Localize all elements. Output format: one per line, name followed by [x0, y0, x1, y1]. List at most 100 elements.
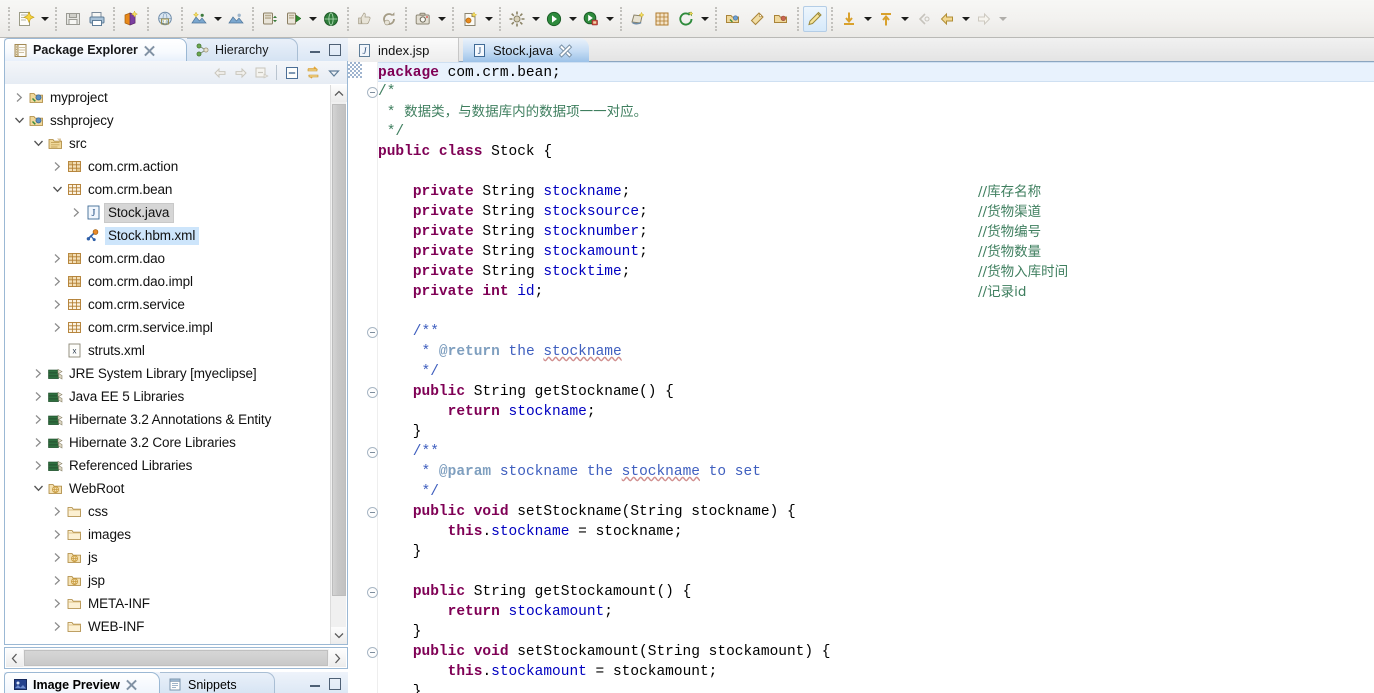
chevron-right-icon[interactable]: [49, 293, 65, 316]
db-explorer-icon[interactable]: [258, 6, 282, 32]
tag-icon[interactable]: [745, 6, 769, 32]
close-icon[interactable]: [560, 45, 571, 56]
tree-item-images[interactable]: images: [5, 523, 327, 546]
link-with-editor-icon[interactable]: [302, 63, 323, 83]
refresh-icon[interactable]: [377, 6, 401, 32]
new-package-grid-icon[interactable]: [650, 6, 674, 32]
chevron-right-icon[interactable]: [30, 454, 46, 477]
print-icon[interactable]: [85, 6, 109, 32]
fold-collapse-icon[interactable]: [367, 387, 378, 398]
maximize-bottom-view-button[interactable]: [328, 677, 341, 690]
code-editor[interactable]: package com.crm.bean; /* * 数据类，与数据库内的数据项一…: [348, 62, 1374, 693]
next-annotation-dropdown-arrow[interactable]: [861, 6, 874, 32]
scroll-up-arrow[interactable]: [331, 85, 347, 102]
chevron-right-icon[interactable]: [11, 86, 27, 109]
chevron-right-icon[interactable]: [49, 270, 65, 293]
open-task-icon[interactable]: [721, 6, 745, 32]
tree-item-hibernate-3-2-annotations-entity[interactable]: Hibernate 3.2 Annotations & Entity: [5, 408, 327, 431]
open-type-icon[interactable]: [626, 6, 650, 32]
tree-item-stock-java[interactable]: J Stock.java: [5, 201, 327, 224]
collapse-one-icon[interactable]: [281, 63, 302, 83]
tree-item-web-inf[interactable]: WEB-INF: [5, 615, 327, 638]
tree-item-sshprojecy[interactable]: sshprojecy: [5, 109, 327, 132]
scrollbar-thumb[interactable]: [332, 104, 346, 596]
chevron-right-icon[interactable]: [49, 155, 65, 178]
editor-tab-index-jsp[interactable]: J index.jsp: [348, 38, 459, 62]
new-java-class-icon[interactable]: [458, 6, 482, 32]
chevron-right-icon[interactable]: [68, 201, 84, 224]
chevron-right-icon[interactable]: [49, 316, 65, 339]
project-tree[interactable]: myproject sshprojecy src com.crm.action com.…: [4, 84, 348, 645]
editor-gutter[interactable]: [348, 62, 378, 693]
tree-item-com-crm-bean[interactable]: com.crm.bean: [5, 178, 327, 201]
forward-navigation-icon[interactable]: [230, 63, 251, 83]
browser-icon[interactable]: [319, 6, 343, 32]
chevron-down-icon[interactable]: [30, 477, 46, 500]
thumbs-up-icon[interactable]: [353, 6, 377, 32]
back-dropdown-arrow[interactable]: [959, 6, 972, 32]
close-icon[interactable]: [144, 45, 155, 56]
tree-item-jsp[interactable]: jsp: [5, 569, 327, 592]
tree-item-stock-hbm-xml[interactable]: Stock.hbm.xml: [5, 224, 327, 247]
chevron-right-icon[interactable]: [49, 500, 65, 523]
deploy-dropdown-arrow[interactable]: [211, 6, 224, 32]
new-wizard-deploy-icon[interactable]: [187, 6, 211, 32]
run-dropdown-arrow[interactable]: [566, 6, 579, 32]
chevron-right-icon[interactable]: [30, 431, 46, 454]
debug-icon[interactable]: [579, 6, 603, 32]
fold-collapse-icon[interactable]: [367, 507, 378, 518]
bottom-tab-image-preview[interactable]: Image Preview: [4, 672, 160, 693]
new-wizard-icon[interactable]: [14, 6, 38, 32]
chevron-right-icon[interactable]: [30, 362, 46, 385]
tree-item-referenced-libraries[interactable]: Referenced Libraries: [5, 454, 327, 477]
run-server-icon[interactable]: [282, 6, 306, 32]
new-java-class-dropdown-arrow[interactable]: [482, 6, 495, 32]
tree-item-js[interactable]: js: [5, 546, 327, 569]
save-icon[interactable]: [61, 6, 85, 32]
scroll-down-arrow[interactable]: [331, 627, 347, 644]
chevron-right-icon[interactable]: [49, 546, 65, 569]
last-edit-icon[interactable]: [674, 6, 698, 32]
view-menu-icon[interactable]: [323, 63, 344, 83]
pencil-highlight-icon[interactable]: [803, 5, 827, 32]
last-edit-dropdown-arrow[interactable]: [698, 6, 711, 32]
tree-item-com-crm-service-impl[interactable]: com.crm.service.impl: [5, 316, 327, 339]
package-icon[interactable]: [119, 6, 143, 32]
tree-horizontal-scrollbar[interactable]: [6, 649, 346, 667]
back-navigation-icon[interactable]: [209, 63, 230, 83]
editor-tab-stock-java[interactable]: J Stock.java: [463, 38, 589, 62]
tree-item-com-crm-action[interactable]: com.crm.action: [5, 155, 327, 178]
chevron-down-icon[interactable]: [49, 178, 65, 201]
tree-item-com-crm-dao[interactable]: com.crm.dao: [5, 247, 327, 270]
external-tools-icon[interactable]: [505, 6, 529, 32]
back-arrow-icon[interactable]: [935, 6, 959, 32]
web-20-icon[interactable]: 2.0: [153, 6, 177, 32]
fold-collapse-icon[interactable]: [367, 647, 378, 658]
fold-collapse-icon[interactable]: [367, 447, 378, 458]
tree-item-com-crm-dao-impl[interactable]: com.crm.dao.impl: [5, 270, 327, 293]
bottom-tab-snippets[interactable]: Snippets: [160, 672, 275, 693]
scrollbar-thumb-horizontal[interactable]: [24, 650, 328, 666]
server-icon[interactable]: [224, 6, 248, 32]
snapshot-icon[interactable]: [411, 6, 435, 32]
previous-annotation-dropdown-arrow[interactable]: [898, 6, 911, 32]
fold-collapse-icon[interactable]: [367, 327, 378, 338]
fold-collapse-icon[interactable]: [367, 587, 378, 598]
previous-annotation-icon[interactable]: [874, 6, 898, 32]
tree-item-struts-xml[interactable]: x struts.xml: [5, 339, 327, 362]
maximize-view-button[interactable]: [328, 43, 341, 56]
tree-item-myproject[interactable]: myproject: [5, 86, 327, 109]
run-icon[interactable]: [542, 6, 566, 32]
minimize-bottom-view-button[interactable]: [309, 677, 322, 690]
tree-item-java-ee-5-libraries[interactable]: Java EE 5 Libraries: [5, 385, 327, 408]
new-wizard-dropdown-arrow[interactable]: [38, 6, 51, 32]
tree-item-css[interactable]: css: [5, 500, 327, 523]
chevron-right-icon[interactable]: [49, 523, 65, 546]
close-icon[interactable]: [126, 679, 137, 690]
scroll-right-arrow[interactable]: [329, 649, 346, 667]
debug-dropdown-arrow[interactable]: [603, 6, 616, 32]
scroll-left-arrow[interactable]: [6, 649, 23, 667]
tree-item-src[interactable]: src: [5, 132, 327, 155]
chevron-right-icon[interactable]: [30, 408, 46, 431]
source-code[interactable]: package com.crm.bean; /* * 数据类，与数据库内的数据项一…: [378, 62, 1374, 693]
